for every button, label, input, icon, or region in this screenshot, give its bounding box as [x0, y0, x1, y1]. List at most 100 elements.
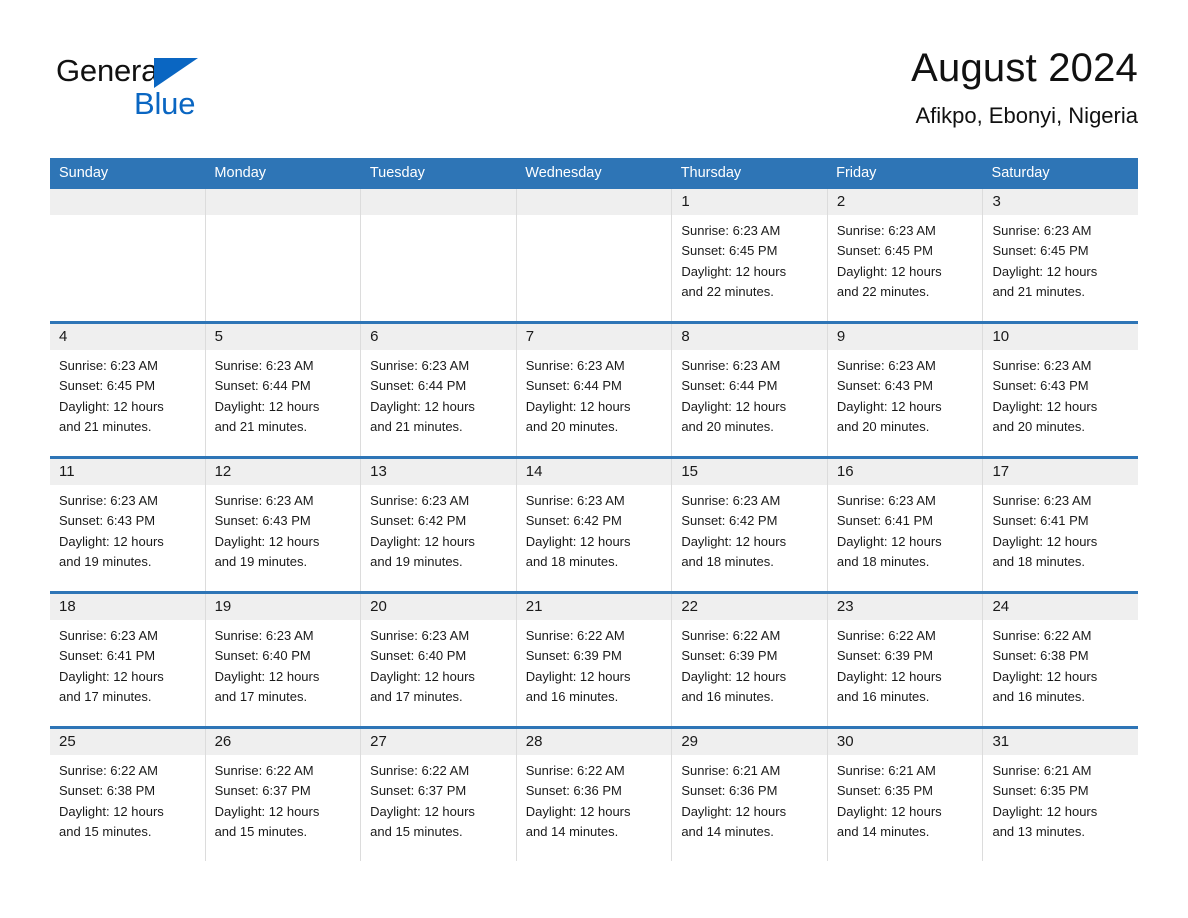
- sunset-text: Sunset: 6:42 PM: [525, 513, 622, 529]
- day-cell[interactable]: 15 Sunrise: 6:23 AM Sunset: 6:42 PM Dayligh…: [672, 459, 828, 591]
- day-cell[interactable]: 18 Sunrise: 6:23 AM Sunset: 6:41 PM Dayligh…: [50, 594, 206, 726]
- daylight-text-line2: and 16 minutes.: [525, 688, 619, 704]
- sunrise-text: Sunrise: 6:23 AM: [525, 358, 625, 373]
- day-details: Sunrise: 6:23 AM Sunset: 6:45 PM Daylight:…: [50, 350, 205, 437]
- day-cell[interactable]: 30 Sunrise: 6:21 AM Sunset: 6:35 PM Dayligh…: [827, 729, 984, 861]
- day-cell[interactable]: 3 Sunrise: 6:23 AM Sunset: 6:45 PM Daylight…: [983, 189, 1139, 321]
- daylight-text-line2: and 20 minutes.: [992, 418, 1085, 434]
- logo-triangle-icon: [154, 58, 198, 88]
- day-number: 24: [983, 594, 1139, 620]
- day-details: Sunrise: 6:22 AM Sunset: 6:39 PM Daylight:…: [828, 620, 983, 707]
- day-cell[interactable]: 13 Sunrise: 6:23 AM Sunset: 6:42 PM Dayligh…: [361, 459, 517, 591]
- daylight-text-line1: Daylight: 12 hours: [59, 398, 164, 414]
- day-cell[interactable]: 9 Sunrise: 6:23 AM Sunset: 6:43 PM Daylight…: [827, 324, 984, 456]
- day-cell[interactable]: 29 Sunrise: 6:21 AM Sunset: 6:36 PM Dayligh…: [672, 729, 828, 861]
- day-cell[interactable]: 19 Sunrise: 6:23 AM Sunset: 6:40 PM Dayligh…: [205, 594, 362, 726]
- day-details: Sunrise: 6:23 AM Sunset: 6:41 PM Daylight:…: [50, 620, 205, 707]
- day-number: 2: [827, 189, 983, 215]
- day-details: Sunrise: 6:23 AM Sunset: 6:44 PM Daylight:…: [517, 350, 672, 437]
- weekday-header-row: Sunday Monday Tuesday Wednesday Thursday Frid…: [50, 158, 1138, 189]
- day-number: 16: [827, 459, 983, 485]
- day-cell[interactable]: 17 Sunrise: 6:23 AM Sunset: 6:41 PM Dayligh…: [983, 459, 1139, 591]
- generalblue-logo[interactable]: General Blue: [56, 52, 216, 126]
- sunset-text: Sunset: 6:40 PM: [370, 648, 467, 664]
- daylight-text-line2: and 19 minutes.: [59, 553, 152, 569]
- daylight-text-line2: and 17 minutes.: [370, 688, 463, 704]
- day-cell[interactable]: 23 Sunrise: 6:22 AM Sunset: 6:39 PM Dayligh…: [827, 594, 984, 726]
- day-cell[interactable]: 8 Sunrise: 6:23 AM Sunset: 6:44 PM Daylight…: [672, 324, 828, 456]
- page-header: General Blue August 2024 Afikpo, Ebonyi,…: [50, 40, 1138, 148]
- day-number: 31: [983, 729, 1139, 755]
- sunset-text: Sunset: 6:43 PM: [214, 513, 311, 529]
- day-cell[interactable]: 7 Sunrise: 6:23 AM Sunset: 6:44 PM Daylight…: [516, 324, 673, 456]
- weekday-header-monday: Monday: [214, 165, 267, 181]
- daylight-text-line1: Daylight: 12 hours: [681, 398, 787, 414]
- sunset-text: Sunset: 6:38 PM: [992, 648, 1089, 664]
- sunrise-text: Sunrise: 6:23 AM: [214, 628, 314, 643]
- daylight-text-line2: and 17 minutes.: [214, 688, 308, 704]
- day-number: 26: [205, 729, 361, 755]
- day-cell[interactable]: 20 Sunrise: 6:23 AM Sunset: 6:40 PM Dayligh…: [361, 594, 517, 726]
- day-number: 3: [983, 189, 1139, 215]
- daylight-text-line1: Daylight: 12 hours: [992, 533, 1098, 549]
- sunrise-text: Sunrise: 6:21 AM: [681, 763, 781, 778]
- sunset-text: Sunset: 6:41 PM: [59, 648, 156, 664]
- daylight-text-line1: Daylight: 12 hours: [214, 533, 320, 549]
- day-cell[interactable]: 10 Sunrise: 6:23 AM Sunset: 6:43 PM Dayligh…: [983, 324, 1139, 456]
- day-number: 19: [205, 594, 361, 620]
- daylight-text-line1: Daylight: 12 hours: [525, 398, 631, 414]
- day-details: Sunrise: 6:21 AM Sunset: 6:36 PM Daylight:…: [672, 755, 827, 842]
- day-details: Sunrise: 6:23 AM Sunset: 6:45 PM Daylight:…: [828, 215, 983, 302]
- sunrise-text: Sunrise: 6:23 AM: [214, 358, 314, 373]
- daylight-text-line2: and 15 minutes.: [370, 823, 463, 839]
- sunrise-text: Sunrise: 6:23 AM: [681, 358, 781, 373]
- daylight-text-line2: and 22 minutes.: [681, 283, 774, 299]
- day-cell[interactable]: 1 Sunrise: 6:23 AM Sunset: 6:45 PM Daylight…: [672, 189, 828, 321]
- day-cell[interactable]: 25 Sunrise: 6:22 AM Sunset: 6:38 PM Dayligh…: [50, 729, 206, 861]
- day-cell[interactable]: 22 Sunrise: 6:22 AM Sunset: 6:39 PM Dayligh…: [672, 594, 828, 726]
- day-number: 12: [205, 459, 361, 485]
- day-details: Sunrise: 6:23 AM Sunset: 6:42 PM Daylight:…: [517, 485, 672, 572]
- day-details: Sunrise: 6:23 AM Sunset: 6:43 PM Daylight:…: [206, 485, 361, 572]
- day-cell[interactable]: 4 Sunrise: 6:23 AM Sunset: 6:45 PM Daylight…: [50, 324, 206, 456]
- day-details: Sunrise: 6:23 AM Sunset: 6:41 PM Daylight:…: [983, 485, 1138, 572]
- daylight-text-line2: and 15 minutes.: [214, 823, 308, 839]
- daylight-text-line1: Daylight: 12 hours: [525, 533, 631, 549]
- day-details: Sunrise: 6:23 AM Sunset: 6:45 PM Daylight:…: [983, 215, 1138, 302]
- day-cell[interactable]: 11 Sunrise: 6:23 AM Sunset: 6:43 PM Dayligh…: [50, 459, 206, 591]
- day-cell[interactable]: 5 Sunrise: 6:23 AM Sunset: 6:44 PM Daylight…: [205, 324, 362, 456]
- calendar-week-cells: 4 Sunrise: 6:23 AM Sunset: 6:45 PM Daylight…: [50, 324, 1139, 456]
- sunrise-text: Sunrise: 6:23 AM: [992, 223, 1092, 238]
- daylight-text-line2: and 18 minutes.: [525, 553, 619, 569]
- daylight-text-line2: and 16 minutes.: [681, 688, 774, 704]
- sunrise-text: Sunrise: 6:22 AM: [836, 628, 936, 643]
- day-cell[interactable]: 24 Sunrise: 6:22 AM Sunset: 6:38 PM Dayligh…: [983, 594, 1139, 726]
- weekday-header-thursday: Thursday: [680, 165, 742, 181]
- sunset-text: Sunset: 6:45 PM: [992, 243, 1089, 259]
- day-cell[interactable]: 21 Sunrise: 6:22 AM Sunset: 6:39 PM Dayligh…: [516, 594, 673, 726]
- day-cell[interactable]: 2 Sunrise: 6:23 AM Sunset: 6:45 PM Daylight…: [827, 189, 984, 321]
- day-number: 22: [672, 594, 827, 620]
- sunrise-text: Sunrise: 6:23 AM: [681, 223, 781, 238]
- day-cell[interactable]: 26 Sunrise: 6:22 AM Sunset: 6:37 PM Dayligh…: [205, 729, 362, 861]
- day-cell[interactable]: 27 Sunrise: 6:22 AM Sunset: 6:37 PM Dayligh…: [361, 729, 517, 861]
- calendar-week-cells: 11 Sunrise: 6:23 AM Sunset: 6:43 PM Dayligh…: [50, 459, 1139, 591]
- day-number: 29: [672, 729, 827, 755]
- daylight-text-line2: and 18 minutes.: [836, 553, 930, 569]
- day-details: Sunrise: 6:22 AM Sunset: 6:39 PM Daylight:…: [517, 620, 672, 707]
- daylight-text-line1: Daylight: 12 hours: [681, 533, 787, 549]
- day-details: Sunrise: 6:21 AM Sunset: 6:35 PM Daylight:…: [828, 755, 983, 842]
- day-details: Sunrise: 6:23 AM Sunset: 6:41 PM Daylight:…: [828, 485, 983, 572]
- day-details: Sunrise: 6:22 AM Sunset: 6:39 PM Daylight:…: [672, 620, 827, 707]
- day-cell[interactable]: 28 Sunrise: 6:22 AM Sunset: 6:36 PM Dayligh…: [516, 729, 673, 861]
- daylight-text-line2: and 22 minutes.: [836, 283, 930, 299]
- day-cell[interactable]: 31 Sunrise: 6:21 AM Sunset: 6:35 PM Dayligh…: [983, 729, 1139, 861]
- day-cell[interactable]: 12 Sunrise: 6:23 AM Sunset: 6:43 PM Dayligh…: [205, 459, 362, 591]
- day-cell[interactable]: 6 Sunrise: 6:23 AM Sunset: 6:44 PM Daylight…: [361, 324, 517, 456]
- day-cell[interactable]: 14 Sunrise: 6:23 AM Sunset: 6:42 PM Dayligh…: [516, 459, 673, 591]
- day-cell[interactable]: 16 Sunrise: 6:23 AM Sunset: 6:41 PM Dayligh…: [827, 459, 984, 591]
- daylight-text-line2: and 19 minutes.: [214, 553, 308, 569]
- sunrise-text: Sunrise: 6:23 AM: [370, 493, 470, 508]
- day-details: Sunrise: 6:23 AM Sunset: 6:44 PM Daylight:…: [361, 350, 516, 437]
- day-number: 14: [516, 459, 672, 485]
